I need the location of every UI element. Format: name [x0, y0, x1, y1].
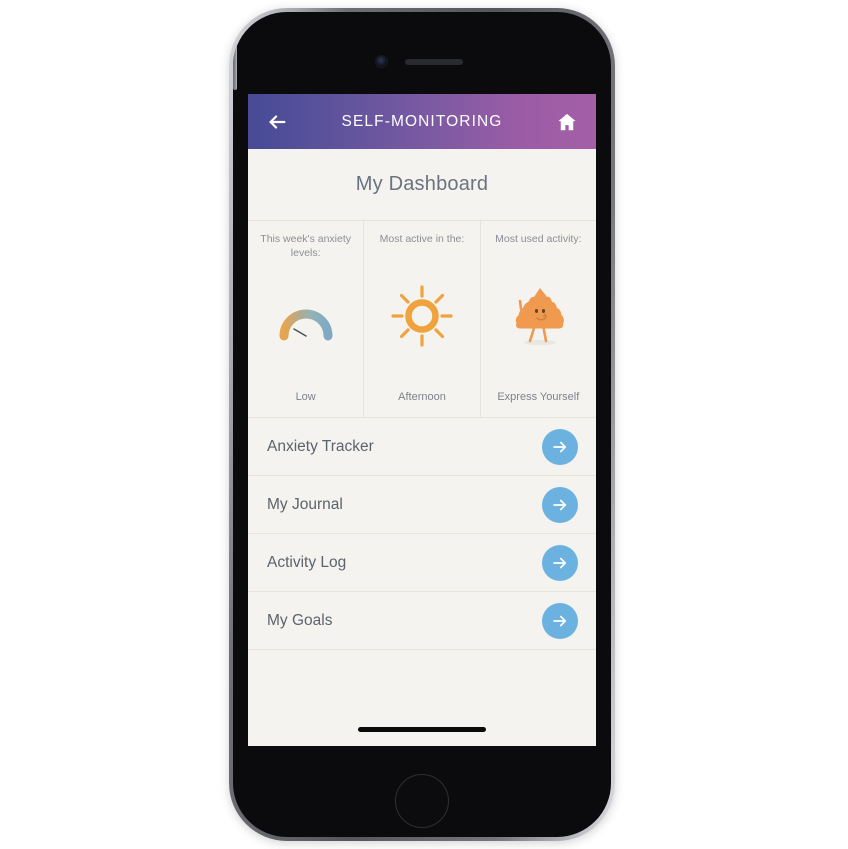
stat-card-value: Express Yourself: [497, 391, 580, 403]
menu-list: Anxiety Tracker My Journal Activity Log …: [248, 418, 596, 650]
sun-icon: [390, 284, 454, 353]
menu-row-my-journal[interactable]: My Journal: [248, 476, 596, 534]
home-button[interactable]: [395, 774, 449, 828]
stat-card-visual: [485, 246, 592, 391]
go-button-my-goals[interactable]: [542, 602, 578, 639]
stat-card-label: This week's anxiety levels:: [260, 233, 352, 260]
gauge-icon: [278, 303, 334, 348]
stat-card-value: Afternoon: [398, 391, 446, 403]
orange-blob-character-icon: [507, 283, 569, 354]
stat-card-most-used-activity[interactable]: Most used activity: Express Yourself: [479, 221, 596, 417]
menu-item-label: My Journal: [267, 495, 343, 513]
menu-item-label: My Goals: [267, 611, 333, 629]
menu-row-activity-log[interactable]: Activity Log: [248, 534, 596, 592]
stat-card-anxiety-levels[interactable]: This week's anxiety levels: Low: [248, 221, 363, 417]
phone-screen: SELF-MONITORING My Dashboard This week's…: [248, 94, 596, 746]
arrow-right-icon: [551, 438, 569, 456]
arrow-right-icon: [551, 496, 569, 514]
menu-item-label: Activity Log: [267, 553, 347, 571]
go-button-anxiety-tracker[interactable]: [542, 428, 578, 465]
stat-card-most-active-time[interactable]: Most active in the: Afternoon: [363, 221, 479, 417]
stat-card-label: Most active in the:: [379, 233, 465, 245]
home-indicator: [358, 727, 486, 732]
page-title: My Dashboard: [355, 173, 489, 195]
go-button-activity-log[interactable]: [542, 544, 578, 581]
arrow-right-icon: [551, 554, 569, 572]
app-bar: SELF-MONITORING: [248, 94, 596, 149]
home-icon[interactable]: [556, 111, 578, 133]
power-button[interactable]: [233, 12, 237, 90]
front-camera-icon: [376, 56, 387, 67]
stat-card-value: Low: [295, 391, 316, 403]
earpiece-speaker-icon: [405, 59, 463, 65]
go-button-my-journal[interactable]: [542, 486, 578, 523]
back-icon[interactable]: [266, 111, 288, 133]
phone-body: SELF-MONITORING My Dashboard This week's…: [233, 12, 611, 837]
app-bar-title: SELF-MONITORING: [341, 112, 503, 130]
menu-row-anxiety-tracker[interactable]: Anxiety Tracker: [248, 418, 596, 476]
menu-item-label: Anxiety Tracker: [267, 437, 374, 455]
stat-card-label: Most used activity:: [495, 233, 582, 245]
stat-card-visual: [368, 246, 475, 391]
stat-cards-row: This week's anxiety levels: Low Most act…: [248, 221, 596, 418]
phone-device-frame: SELF-MONITORING My Dashboard This week's…: [229, 8, 615, 841]
stat-card-visual: [252, 260, 359, 391]
dashboard-title-bar: My Dashboard: [248, 149, 596, 221]
arrow-right-icon: [551, 612, 569, 630]
menu-row-my-goals[interactable]: My Goals: [248, 592, 596, 650]
